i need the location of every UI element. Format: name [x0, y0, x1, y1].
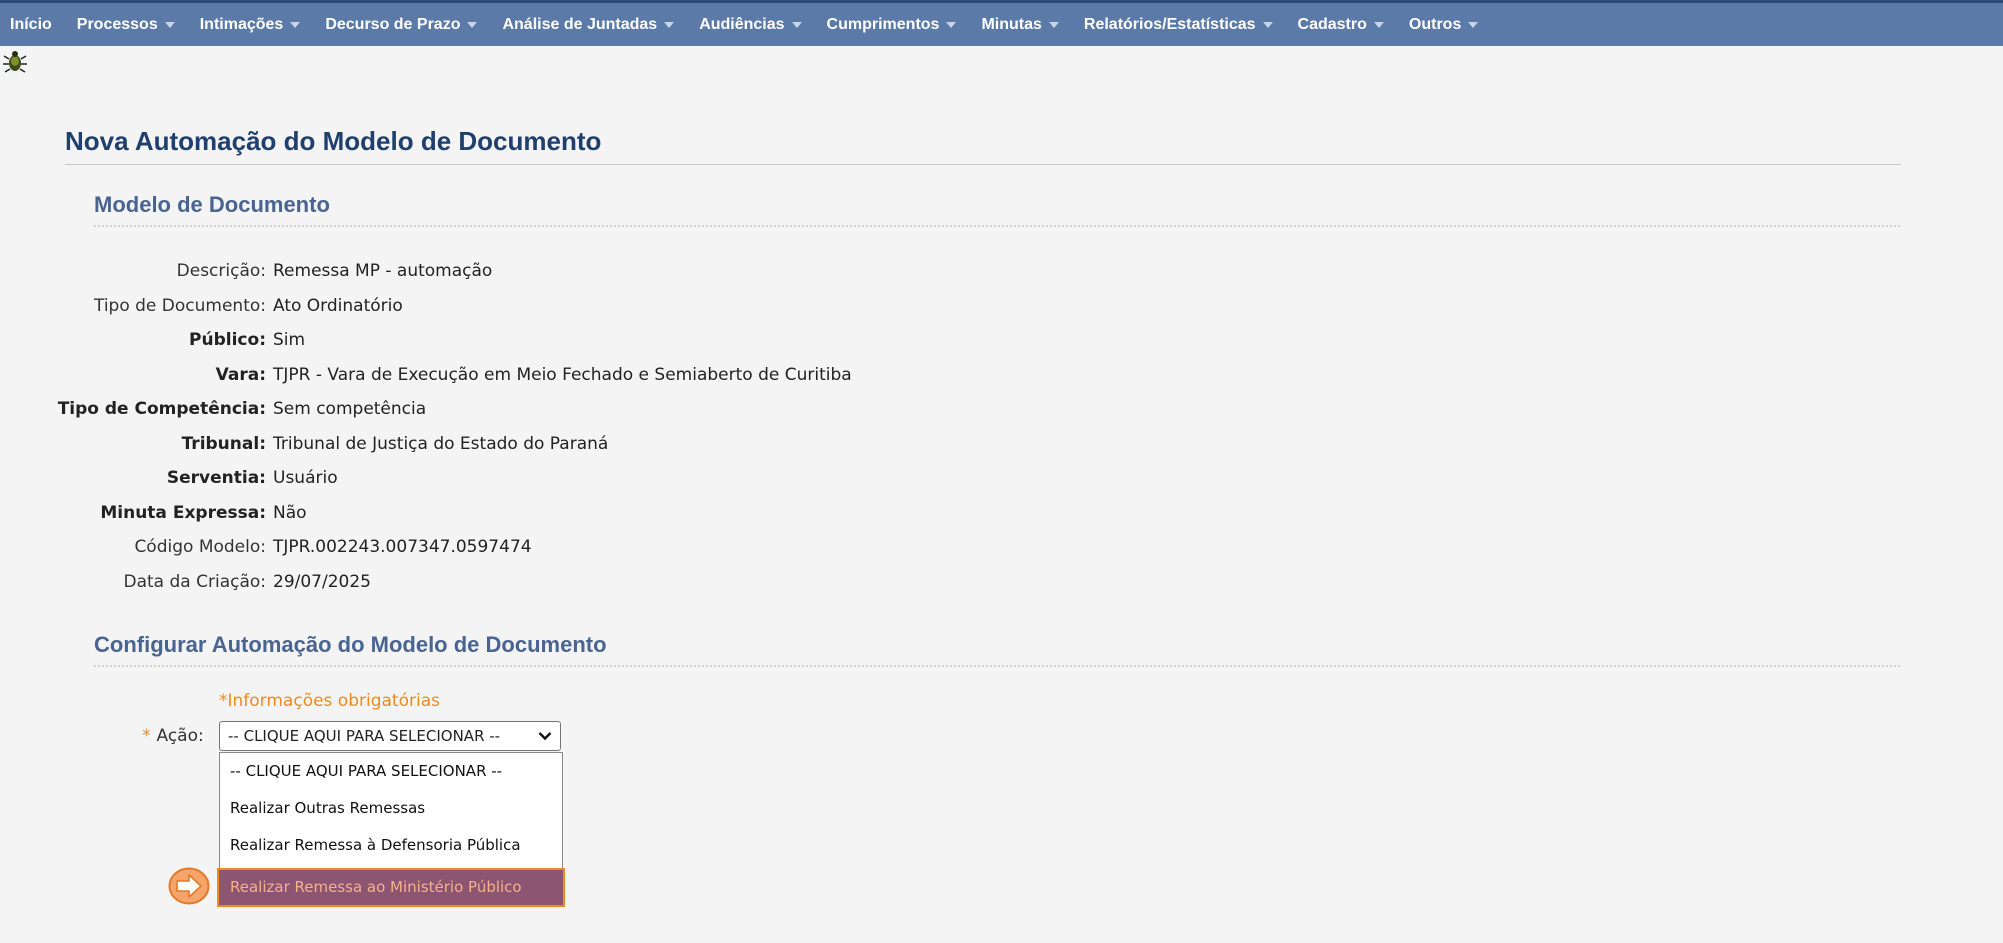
dropdown-option-placeholder[interactable]: -- CLIQUE AQUI PARA SELECIONAR -- — [220, 753, 562, 790]
dropdown-option-defensoria[interactable]: Realizar Remessa à Defensoria Pública — [220, 827, 562, 864]
menu-item-label: Minutas — [981, 15, 1042, 33]
menu-item-label: Intimações — [199, 15, 284, 33]
info-label: Descrição: — [176, 261, 266, 281]
info-value: Sim — [273, 330, 306, 350]
info-label: Público: — [189, 330, 266, 350]
menu-item-minutas[interactable]: Minutas — [970, 3, 1072, 46]
section-divider-configurar — [94, 665, 1900, 667]
info-value: TJPR.002243.007347.0597474 — [273, 537, 532, 557]
menu-item-label: Cumprimentos — [826, 15, 940, 33]
info-label: Tipo de Competência: — [57, 399, 266, 419]
section-title-modelo: Modelo de Documento — [94, 192, 330, 217]
menu-item-processos[interactable]: Processos — [66, 3, 189, 46]
caret-down-icon — [664, 21, 675, 28]
caret-down-icon — [791, 21, 802, 28]
info-value: Remessa MP - automação — [273, 261, 493, 281]
info-label: Tribunal: — [181, 433, 266, 454]
caret-down-icon — [290, 21, 301, 28]
menu-item-label: Relatórios/Estatísticas — [1083, 15, 1256, 33]
acao-label-text: Ação: — [156, 726, 204, 746]
info-label: Serventia: — [166, 468, 266, 488]
chevron-down-icon — [538, 732, 552, 741]
acao-label: * Ação: — [142, 726, 204, 746]
info-value: Ato Ordinatório — [273, 295, 403, 316]
menu-item-analise-de-juntadas[interactable]: Análise de Juntadas — [491, 3, 688, 46]
info-value: 29/07/2025 — [273, 571, 371, 592]
acao-select[interactable]: -- CLIQUE AQUI PARA SELECIONAR -- — [219, 721, 561, 751]
caret-down-icon — [164, 21, 175, 28]
menu-item-label: Análise de Juntadas — [502, 15, 658, 33]
dropdown-option-ministerio-publico[interactable]: Realizar Remessa ao Ministério Público — [217, 868, 565, 907]
info-label: Código Modelo: — [134, 537, 266, 557]
menu-item-audiencias[interactable]: Audiências — [688, 3, 815, 46]
caret-down-icon — [1262, 21, 1273, 28]
dropdown-option-outras-remessas[interactable]: Realizar Outras Remessas — [220, 790, 562, 827]
section-title-configurar: Configurar Automação do Modelo de Docume… — [94, 632, 607, 657]
info-value: Sem competência — [273, 399, 427, 419]
menu-item-outros[interactable]: Outros — [1398, 3, 1492, 46]
required-asterisk: * — [142, 726, 151, 746]
bug-icon[interactable] — [2, 48, 28, 74]
arrow-pointer-icon — [168, 867, 210, 905]
caret-down-icon — [1468, 21, 1479, 28]
acao-select-value: -- CLIQUE AQUI PARA SELECIONAR -- — [228, 727, 501, 745]
info-value: Usuário — [273, 468, 338, 488]
info-value: Não — [273, 502, 307, 523]
menu-item-intimacoes[interactable]: Intimações — [189, 3, 315, 46]
menu-item-label: Início — [10, 15, 52, 33]
section-divider-modelo — [94, 225, 1900, 227]
menu-item-label: Outros — [1408, 15, 1462, 33]
info-label: Tipo de Documento: — [93, 295, 266, 316]
info-label: Minuta Expressa: — [100, 502, 266, 523]
top-menu-bar: Início Processos Intimações Decurso de Praz… — [0, 0, 2003, 46]
info-label: Vara: — [215, 364, 266, 385]
menu-item-inicio[interactable]: Início — [0, 3, 66, 46]
menu-item-decurso-de-prazo[interactable]: Decurso de Prazo — [314, 3, 491, 46]
caret-down-icon — [1373, 21, 1384, 28]
caret-down-icon — [1048, 21, 1059, 28]
info-label: Data da Criação: — [123, 571, 267, 592]
info-value: Tribunal de Justiça do Estado do Paraná — [273, 433, 609, 454]
menu-item-label: Decurso de Prazo — [325, 15, 461, 33]
page-title: Nova Automação do Modelo de Documento — [65, 126, 602, 156]
required-info-note: *Informações obrigatórias — [219, 691, 440, 711]
caret-down-icon — [946, 21, 957, 28]
menu-item-label: Cadastro — [1297, 15, 1367, 33]
caret-down-icon — [467, 21, 478, 28]
menu-item-label: Processos — [76, 15, 158, 33]
menu-item-cumprimentos[interactable]: Cumprimentos — [816, 3, 971, 46]
menu-item-relatorios-estatisticas[interactable]: Relatórios/Estatísticas — [1073, 3, 1287, 46]
title-divider — [65, 164, 1901, 165]
menu-item-label: Audiências — [699, 15, 785, 33]
menu-item-cadastro[interactable]: Cadastro — [1287, 3, 1398, 46]
info-value: TJPR - Vara de Execução em Meio Fechado … — [273, 364, 852, 385]
